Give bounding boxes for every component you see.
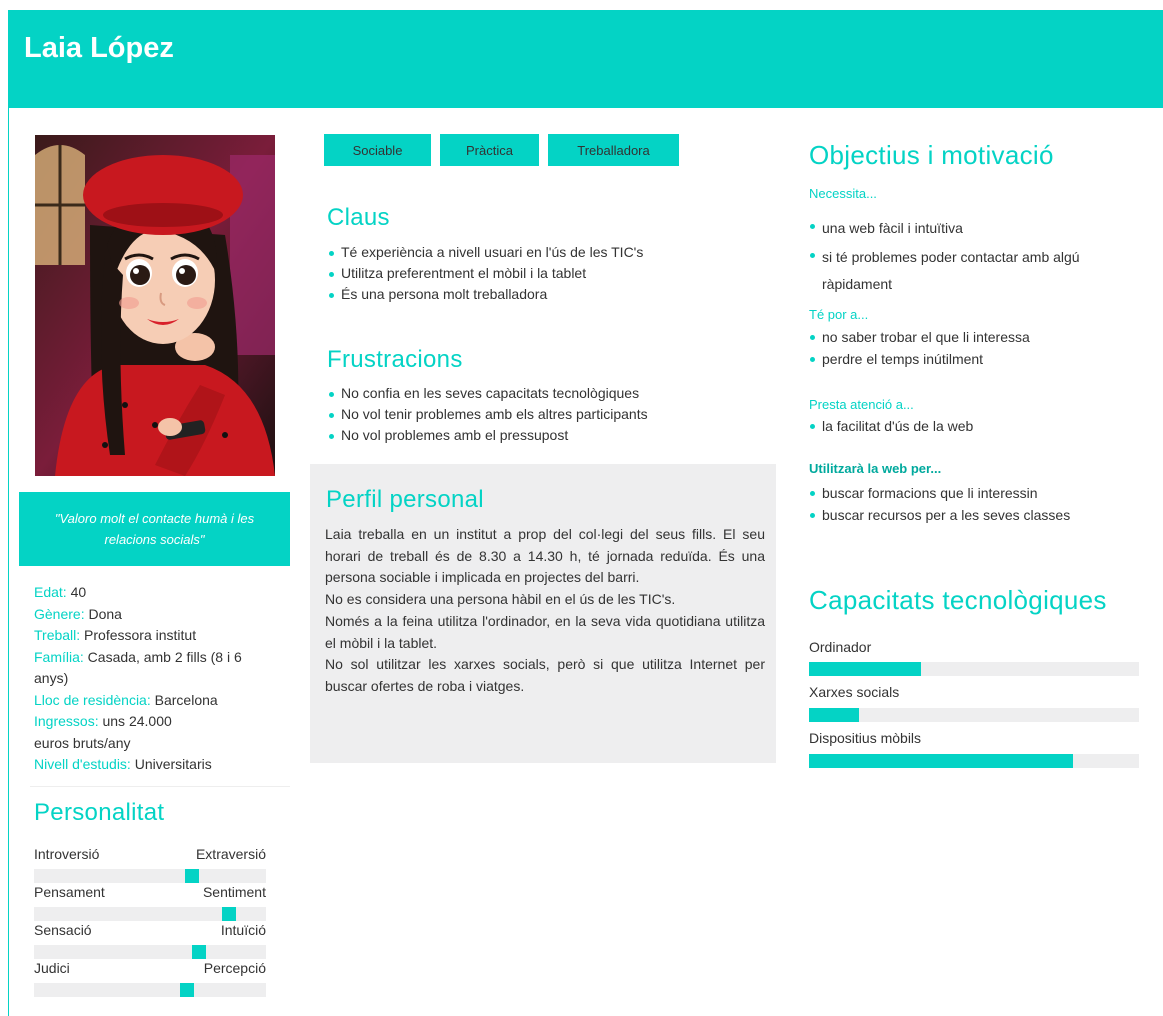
utilitzara-label: Utilitzarà la web per... <box>809 461 942 476</box>
personality-scale-labels: Pensament Sentiment <box>34 884 266 900</box>
necessita-label: Necessita... <box>809 186 877 201</box>
personality-marker <box>180 983 194 997</box>
perfil-title: Perfil personal <box>326 486 484 513</box>
personality-track <box>34 869 266 883</box>
scale-right-label: Extraversió <box>195 846 266 862</box>
persona-portrait <box>35 135 275 476</box>
list-item: no saber trobar el que li interessa <box>809 326 1139 348</box>
personality-scale-labels: Introversió Extraversió <box>34 846 266 862</box>
perfil-paragraph: Laia treballa en un institut a prop del … <box>325 526 765 586</box>
scale-left-label: Sensació <box>34 922 92 938</box>
capacitat-track <box>809 708 1139 722</box>
personality-marker <box>222 907 236 921</box>
frustracions-list: No confia en les seves capacitats tecnol… <box>328 383 768 446</box>
fact-value: Universitaris <box>130 756 212 772</box>
fact-value: 40 <box>66 584 87 600</box>
quote-text: "Valoro molt el contacte humà i les rela… <box>54 511 255 547</box>
divider <box>30 786 290 787</box>
persona-quote: "Valoro molt el contacte humà i les rela… <box>19 492 290 566</box>
perfil-text: Laia treballa en un institut a prop del … <box>325 524 765 698</box>
scale-right-label: Percepció <box>203 960 266 976</box>
atencio-list: la facilitat d'ús de la web <box>809 415 1139 437</box>
atencio-label: Presta atenció a... <box>809 397 914 412</box>
fact-label: Edat: <box>34 584 67 600</box>
personality-marker <box>185 869 199 883</box>
list-item: No confia en les seves capacitats tecnol… <box>328 383 768 404</box>
list-item: No vol tenir problemes amb els altres pa… <box>328 404 768 425</box>
tag-sociable: Sociable <box>324 134 431 166</box>
fact-family: Família: Casada, amb 2 fills (8 i 6 anys… <box>34 647 279 690</box>
perfil-personal-panel: Perfil personal Laia treballa en un inst… <box>310 464 776 763</box>
list-item: si té problemes poder contactar amb algú… <box>809 244 1139 298</box>
por-list: no saber trobar el que li interessa perd… <box>809 326 1139 370</box>
list-item: la facilitat d'ús de la web <box>809 415 1139 437</box>
capacitat-fill <box>809 708 859 722</box>
personality-scale-labels: Judici Percepció <box>34 960 266 976</box>
list-item: Té experiència a nivell usuari en l'ús d… <box>328 242 768 263</box>
list-item: perdre el temps inútilment <box>809 348 1139 370</box>
fact-label: Lloc de residència: <box>34 691 151 708</box>
fact-value: Professora institut <box>80 627 197 643</box>
capacitat-fill <box>809 662 922 676</box>
personality-scale-labels: Sensació Intuïció <box>34 922 266 938</box>
list-item: una web fàcil i intuïtiva <box>809 215 1139 242</box>
list-item: Utilitza preferentment el mòbil i la tab… <box>328 263 768 284</box>
fact-education: Nivell d'estudis: Universitaris <box>34 754 279 776</box>
capacitat-track <box>809 662 1139 676</box>
personality-marker <box>192 945 206 959</box>
left-border <box>8 108 9 1016</box>
scale-left-label: Judici <box>34 960 70 976</box>
claus-title: Claus <box>327 204 390 231</box>
list-item: No vol problemes amb el pressupost <box>328 425 768 446</box>
fact-label: Gènere: <box>34 605 85 622</box>
persona-name: Laia López <box>24 32 174 64</box>
fact-value: Dona <box>84 605 122 622</box>
list-item: És una persona molt treballadora <box>328 284 768 305</box>
fact-label: Treball: <box>34 627 81 643</box>
utilitzara-list: buscar formacions que li interessin busc… <box>809 482 1139 526</box>
tag-treballadora: Treballadora <box>548 134 679 166</box>
scale-right-label: Intuïció <box>220 922 266 938</box>
personality-track <box>34 983 266 997</box>
scale-right-label: Sentiment <box>202 884 266 900</box>
persona-facts: Edat: 40 Gènere: Dona Treball: Professor… <box>34 582 279 776</box>
fact-value: Barcelona <box>150 691 218 708</box>
tag-practica: Pràctica <box>440 134 539 166</box>
list-item: buscar formacions que li interessin <box>809 482 1139 504</box>
perfil-paragraph: Només a la feina utilitza l'ordinador, e… <box>325 612 765 651</box>
personality-track <box>34 945 266 959</box>
fact-age: Edat: 40 <box>34 582 279 604</box>
claus-list: Té experiència a nivell usuari en l'ús d… <box>328 242 768 305</box>
scale-left-label: Pensament <box>34 884 105 900</box>
capacitat-track <box>809 754 1139 768</box>
objectius-title: Objectius i motivació <box>809 140 1054 170</box>
necessita-list: una web fàcil i intuïtiva si té probleme… <box>809 215 1139 298</box>
por-label: Té por a... <box>809 307 869 322</box>
fact-gender: Gènere: Dona <box>34 604 279 626</box>
scale-left-label: Introversió <box>34 846 100 862</box>
fact-label: Ingressos: <box>34 713 99 729</box>
capacitats-title: Capacitats tecnològiques <box>809 585 1107 615</box>
perfil-paragraph: No sol utilitzar les xarxes socials, per… <box>325 656 765 694</box>
header-banner: Laia López <box>8 10 1163 108</box>
personality-track <box>34 907 266 921</box>
fact-label: Nivell d'estudis: <box>34 756 131 772</box>
fact-label: Família: <box>34 648 84 665</box>
capacitat-label: Dispositius mòbils <box>809 730 922 746</box>
capacitat-label: Xarxes socials <box>809 684 900 700</box>
capacitat-fill <box>809 754 1073 768</box>
personality-title: Personalitat <box>34 799 165 826</box>
perfil-paragraph: No es considera una persona hàbil en el … <box>325 591 676 608</box>
fact-job: Treball: Professora institut <box>34 625 279 647</box>
frustracions-title: Frustracions <box>327 346 463 373</box>
fact-residence: Lloc de residència: Barcelona <box>34 690 279 712</box>
fact-income: Ingressos: uns 24.000 euros bruts/any <box>34 711 204 754</box>
list-item: buscar recursos per a les seves classes <box>809 504 1139 526</box>
capacitat-label: Ordinador <box>809 639 872 655</box>
